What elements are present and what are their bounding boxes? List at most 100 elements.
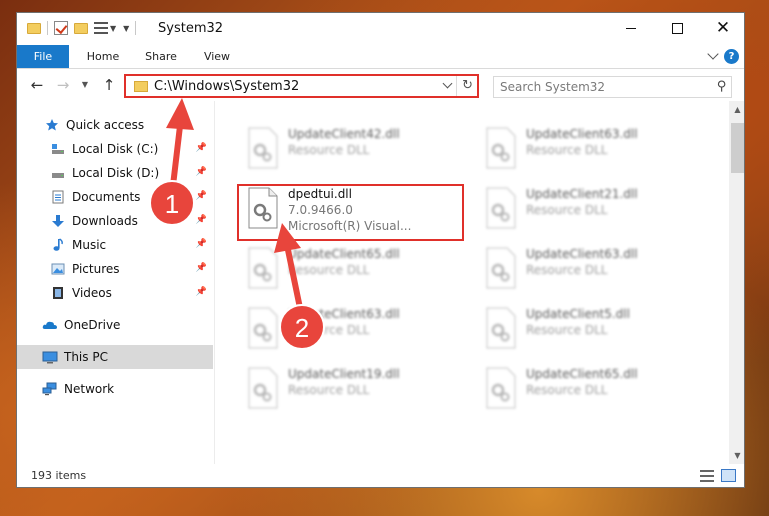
pin-icon[interactable]: 📌 [196,191,207,201]
file-type: Resource DLL [526,143,608,157]
pin-icon[interactable]: 📌 [196,239,207,249]
documents-icon [50,189,66,205]
sidebar-item-local-disk-c[interactable]: Local Disk (C:) 📌 [17,137,213,161]
file-name: UpdateClient65.dll [526,367,638,381]
sidebar-item-downloads[interactable]: Downloads 📌 [17,209,213,233]
new-folder-icon[interactable] [74,22,88,34]
back-arrow-icon[interactable]: ← [27,75,47,95]
quick-access-toolbar: ▼ ▼ [27,21,142,35]
search-placeholder: Search System32 [500,80,606,94]
sidebar-item-label: Music [72,238,107,252]
recent-locations-icon[interactable]: ▼ [79,75,91,95]
dll-file-icon [486,187,516,229]
scroll-up-icon[interactable]: ▲ [729,101,744,118]
address-separator [456,76,457,96]
customize-toolbar-icon[interactable]: ▼ [123,24,129,33]
pin-icon[interactable]: 📌 [196,215,207,225]
file-list: UpdateClient42.dll Resource DLL UpdateCl… [216,101,729,464]
properties-check-icon[interactable] [54,21,68,35]
file-tile[interactable]: UpdateClient63.dll Resource DLL [240,303,470,355]
expand-ribbon-icon[interactable] [707,48,719,60]
sidebar-item-onedrive[interactable]: OneDrive [17,313,213,337]
address-text[interactable]: C:\Windows\System32 [154,79,299,94]
onedrive-icon [42,317,58,333]
sidebar-item-label: This PC [64,350,108,364]
search-icon[interactable]: ⚲ [717,79,727,94]
search-input[interactable]: Search System32 ⚲ [493,76,732,98]
star-icon [44,117,60,133]
tab-view[interactable]: View [192,45,242,68]
address-bar[interactable]: C:\Windows\System32 ↻ [124,74,479,98]
sidebar-item-pictures[interactable]: Pictures 📌 [17,257,213,281]
file-type: Resource DLL [526,263,608,277]
chevron-down-icon[interactable]: ▼ [110,24,116,33]
up-arrow-icon[interactable]: ↑ [99,75,119,95]
sidebar-item-label: Network [64,382,115,396]
properties-list-icon[interactable] [94,22,108,34]
scroll-thumb[interactable] [731,123,744,173]
navigation-bar: ← → ▼ ↑ C:\Windows\System32 ↻ Search Sys… [17,69,744,101]
title-bar: ▼ ▼ System32 ✕ [17,13,744,45]
sidebar-item-label: Quick access [66,118,145,132]
file-tile[interactable]: UpdateClient63.dll Resource DLL [478,123,708,175]
sidebar-item-videos[interactable]: Videos 📌 [17,281,213,305]
pin-icon[interactable]: 📌 [196,263,207,273]
file-tile[interactable]: UpdateClient65.dll Resource DLL [240,243,470,295]
help-icon[interactable]: ? [724,49,739,64]
minimize-button[interactable] [608,13,654,43]
close-button[interactable]: ✕ [700,13,744,43]
tab-file[interactable]: File [17,45,69,68]
file-name: UpdateClient42.dll [288,127,400,141]
tab-home[interactable]: Home [77,45,129,68]
large-icons-view-icon[interactable] [721,469,736,482]
sidebar-item-this-pc[interactable]: This PC [17,345,213,369]
pin-icon[interactable]: 📌 [196,287,207,297]
sidebar-item-quick-access[interactable]: Quick access [17,113,213,137]
sidebar-item-label: Documents [72,190,141,204]
file-tile[interactable]: UpdateClient19.dll Resource DLL [240,363,470,415]
scroll-down-icon[interactable]: ▼ [729,447,744,464]
file-type: Resource DLL [288,263,370,277]
tab-share[interactable]: Share [135,45,187,68]
folder-icon[interactable] [27,22,41,34]
file-tile[interactable]: UpdateClient5.dll Resource DLL [478,303,708,355]
window-title: System32 [158,21,224,36]
file-type: Resource DLL [526,383,608,397]
dll-file-icon [248,307,278,349]
this-pc-icon [42,349,58,365]
explorer-window: ▼ ▼ System32 ✕ File Home Share View ? ← … [16,12,745,488]
item-count: 193 items [31,469,87,482]
toolbar-separator [135,21,137,35]
videos-icon [50,285,66,301]
folder-icon [134,81,148,92]
file-tile[interactable]: UpdateClient21.dll Resource DLL [478,183,708,235]
navigation-pane: Quick access Local Disk (C:) 📌 Local Dis… [17,101,215,464]
sidebar-item-label: Downloads [72,214,138,228]
sidebar-item-label: Pictures [72,262,120,276]
details-view-icon[interactable] [700,470,714,482]
sidebar-item-network[interactable]: Network [17,377,213,401]
drive-icon [50,141,66,157]
refresh-icon[interactable]: ↻ [462,78,473,93]
forward-arrow-icon[interactable]: → [53,75,73,95]
music-icon [50,237,66,253]
sidebar-item-documents[interactable]: Documents 📌 [17,185,213,209]
file-type: Resource DLL [526,323,608,337]
maximize-button[interactable] [654,13,700,43]
pin-icon[interactable]: 📌 [196,167,207,177]
file-type: Resource DLL [288,323,370,337]
sidebar-item-music[interactable]: Music 📌 [17,233,213,257]
chevron-down-icon[interactable] [442,78,453,89]
sidebar-item-label: Local Disk (D:) [72,166,160,180]
file-tile[interactable]: UpdateClient42.dll Resource DLL [240,123,470,175]
file-type: Resource DLL [288,383,370,397]
pictures-icon [50,261,66,277]
vertical-scrollbar[interactable]: ▲ ▼ [729,101,744,464]
file-type: Resource DLL [526,203,608,217]
file-tile[interactable]: UpdateClient63.dll Resource DLL [478,243,708,295]
dll-file-icon [486,367,516,409]
file-tile[interactable]: UpdateClient65.dll Resource DLL [478,363,708,415]
sidebar-item-local-disk-d[interactable]: Local Disk (D:) 📌 [17,161,213,185]
downloads-icon [50,213,66,229]
pin-icon[interactable]: 📌 [196,143,207,153]
